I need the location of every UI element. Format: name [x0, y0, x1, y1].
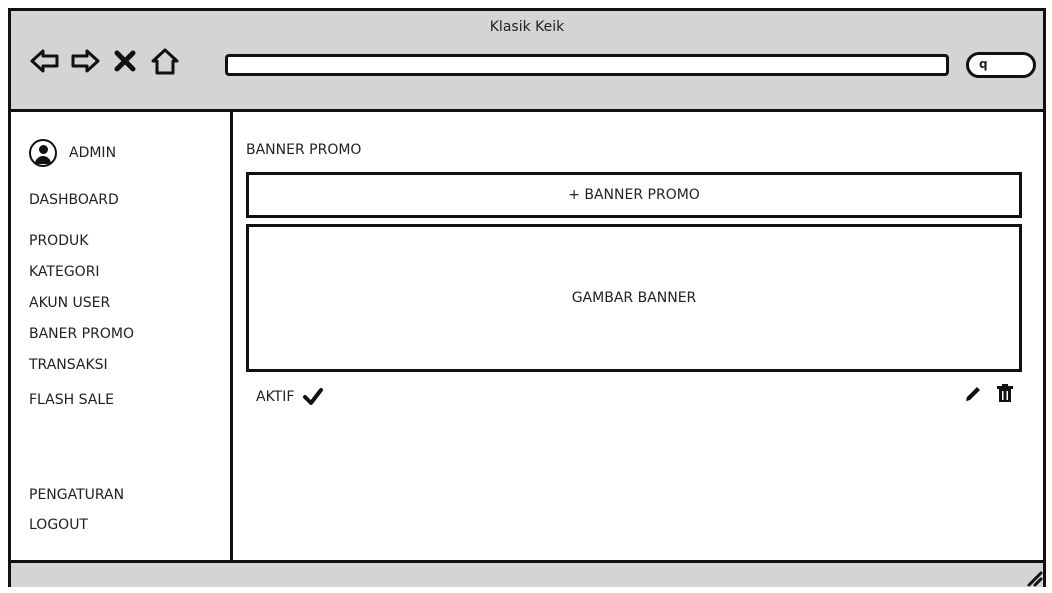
close-icon[interactable]: [109, 45, 141, 77]
edit-pencil-icon[interactable]: [963, 384, 983, 404]
sidebar-item-baner-promo[interactable]: BANER PROMO: [29, 326, 134, 342]
search-box[interactable]: q: [966, 52, 1036, 78]
sidebar-item-flash-sale[interactable]: FLASH SALE: [29, 392, 114, 408]
status-bar: [11, 560, 1043, 587]
home-icon[interactable]: [149, 45, 181, 77]
banner-actions: [963, 384, 1015, 404]
back-icon[interactable]: [29, 45, 61, 77]
status-label: AKTIF: [256, 389, 295, 405]
forward-icon[interactable]: [69, 45, 101, 77]
sidebar-item-logout[interactable]: LOGOUT: [29, 517, 88, 533]
avatar-icon: [29, 139, 57, 167]
sidebar-item-transaksi[interactable]: TRANSAKSI: [29, 357, 108, 373]
address-bar[interactable]: [225, 54, 949, 76]
banner-status: AKTIF: [256, 386, 324, 408]
search-icon: q: [979, 57, 988, 71]
sidebar-item-pengaturan[interactable]: PENGATURAN: [29, 487, 124, 503]
delete-trash-icon[interactable]: [995, 384, 1015, 404]
check-icon: [303, 388, 324, 405]
admin-profile[interactable]: ADMIN: [29, 139, 116, 167]
sidebar-item-produk[interactable]: PRODUK: [29, 233, 88, 249]
window-title: Klasik Keik: [489, 19, 565, 35]
title-bar: Klasik Keik q: [11, 11, 1043, 112]
banner-image-placeholder: GAMBAR BANNER: [246, 224, 1022, 372]
sidebar-item-dashboard[interactable]: DASHBOARD: [29, 192, 119, 208]
resize-handle-icon[interactable]: [1025, 569, 1043, 587]
browser-nav: [29, 45, 181, 77]
page-title: BANNER PROMO: [246, 142, 362, 158]
add-banner-promo-button[interactable]: + BANNER PROMO: [246, 172, 1022, 218]
sidebar: ADMIN DASHBOARD PRODUK KATEGORI AKUN USE…: [11, 112, 233, 566]
sidebar-item-kategori[interactable]: KATEGORI: [29, 264, 100, 280]
admin-label: ADMIN: [69, 145, 117, 161]
sidebar-item-akun-user[interactable]: AKUN USER: [29, 295, 110, 311]
